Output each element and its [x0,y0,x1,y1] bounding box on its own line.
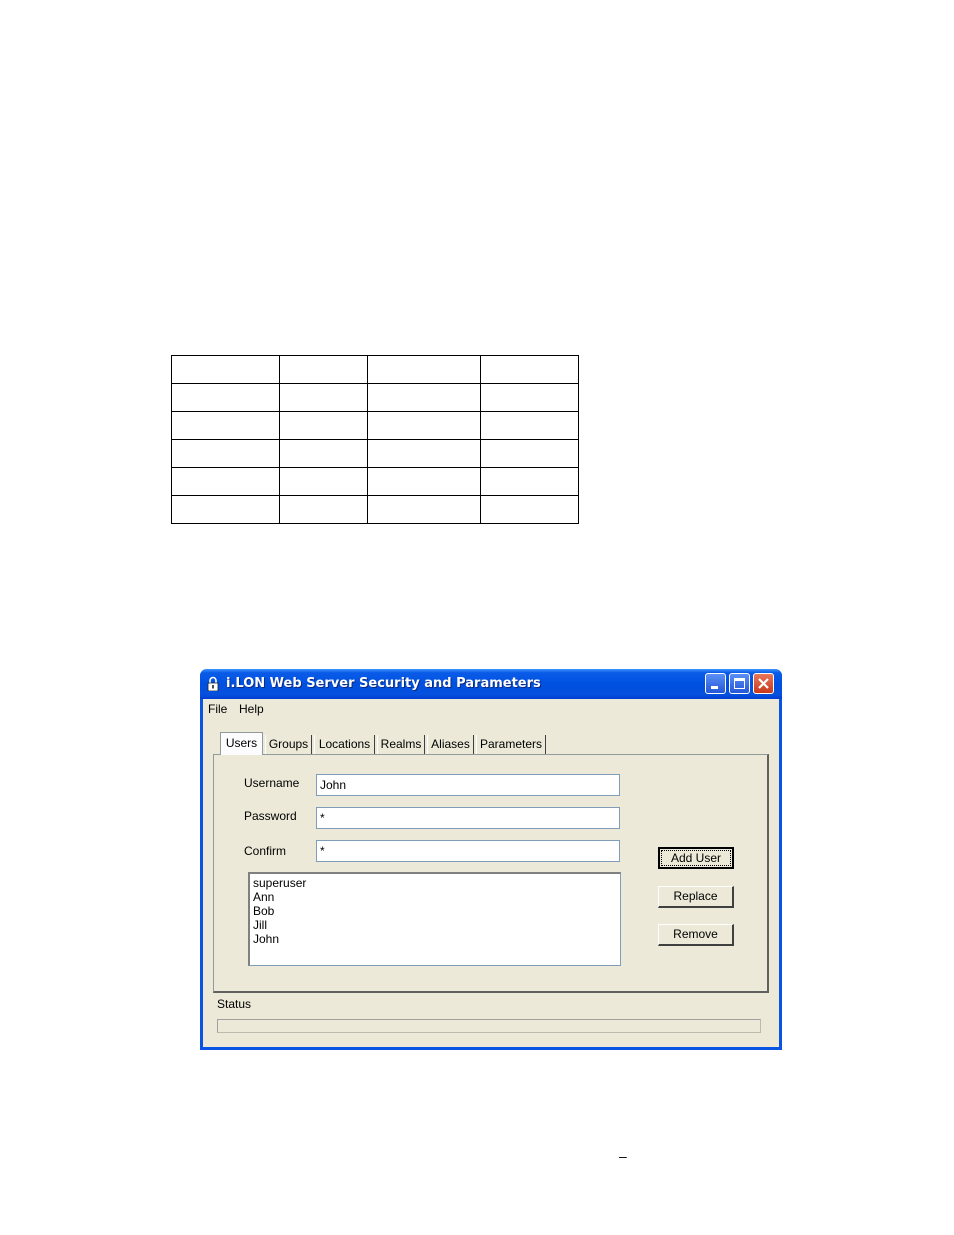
maximize-button[interactable] [729,673,750,694]
table-row [171,467,579,496]
app-window: i.LON Web Server Security and Parameters… [200,669,782,1050]
confirm-input[interactable] [316,840,620,862]
user-listbox[interactable]: superuser Ann Bob Jill John [248,872,621,966]
empty-grid-table [171,355,579,524]
close-icon [758,678,769,689]
username-label: Username [244,776,300,790]
username-input[interactable] [316,774,620,796]
password-input[interactable] [316,807,620,829]
tab-aliases[interactable]: Aliases [427,735,474,755]
confirm-label: Confirm [244,844,287,858]
tab-parameters[interactable]: Parameters [476,735,546,755]
page-footer-dash: – [619,1148,627,1164]
menu-file[interactable]: File [208,702,227,716]
minimize-icon [711,686,718,689]
close-button[interactable] [753,673,774,694]
tab-groups[interactable]: Groups [265,735,312,755]
title-bar[interactable]: i.LON Web Server Security and Parameters [200,669,782,699]
password-label: Password [244,809,297,823]
list-item[interactable]: John [253,932,617,946]
remove-button[interactable]: Remove [658,924,734,946]
menu-help[interactable]: Help [239,702,264,716]
replace-button[interactable]: Replace [658,886,734,908]
table-row [171,495,579,524]
list-item[interactable]: Jill [253,918,617,932]
users-tab-panel: Username Password Confirm superuser Ann … [213,754,769,993]
tab-users[interactable]: Users [220,732,263,755]
table-row [171,355,579,384]
window-title: i.LON Web Server Security and Parameters [226,676,541,691]
maximize-icon [734,678,745,689]
status-field [217,1019,761,1033]
list-item[interactable]: Ann [253,890,617,904]
minimize-button[interactable] [705,673,726,694]
menu-bar: File Help [203,699,779,719]
lock-icon [207,676,219,691]
table-row [171,383,579,412]
table-row [171,439,579,468]
tab-locations[interactable]: Locations [314,735,375,755]
status-label: Status [217,997,252,1011]
tab-realms[interactable]: Realms [377,735,425,755]
list-item[interactable]: Bob [253,904,617,918]
add-user-button[interactable]: Add User [658,847,734,869]
list-item[interactable]: superuser [253,876,617,890]
table-row [171,411,579,440]
